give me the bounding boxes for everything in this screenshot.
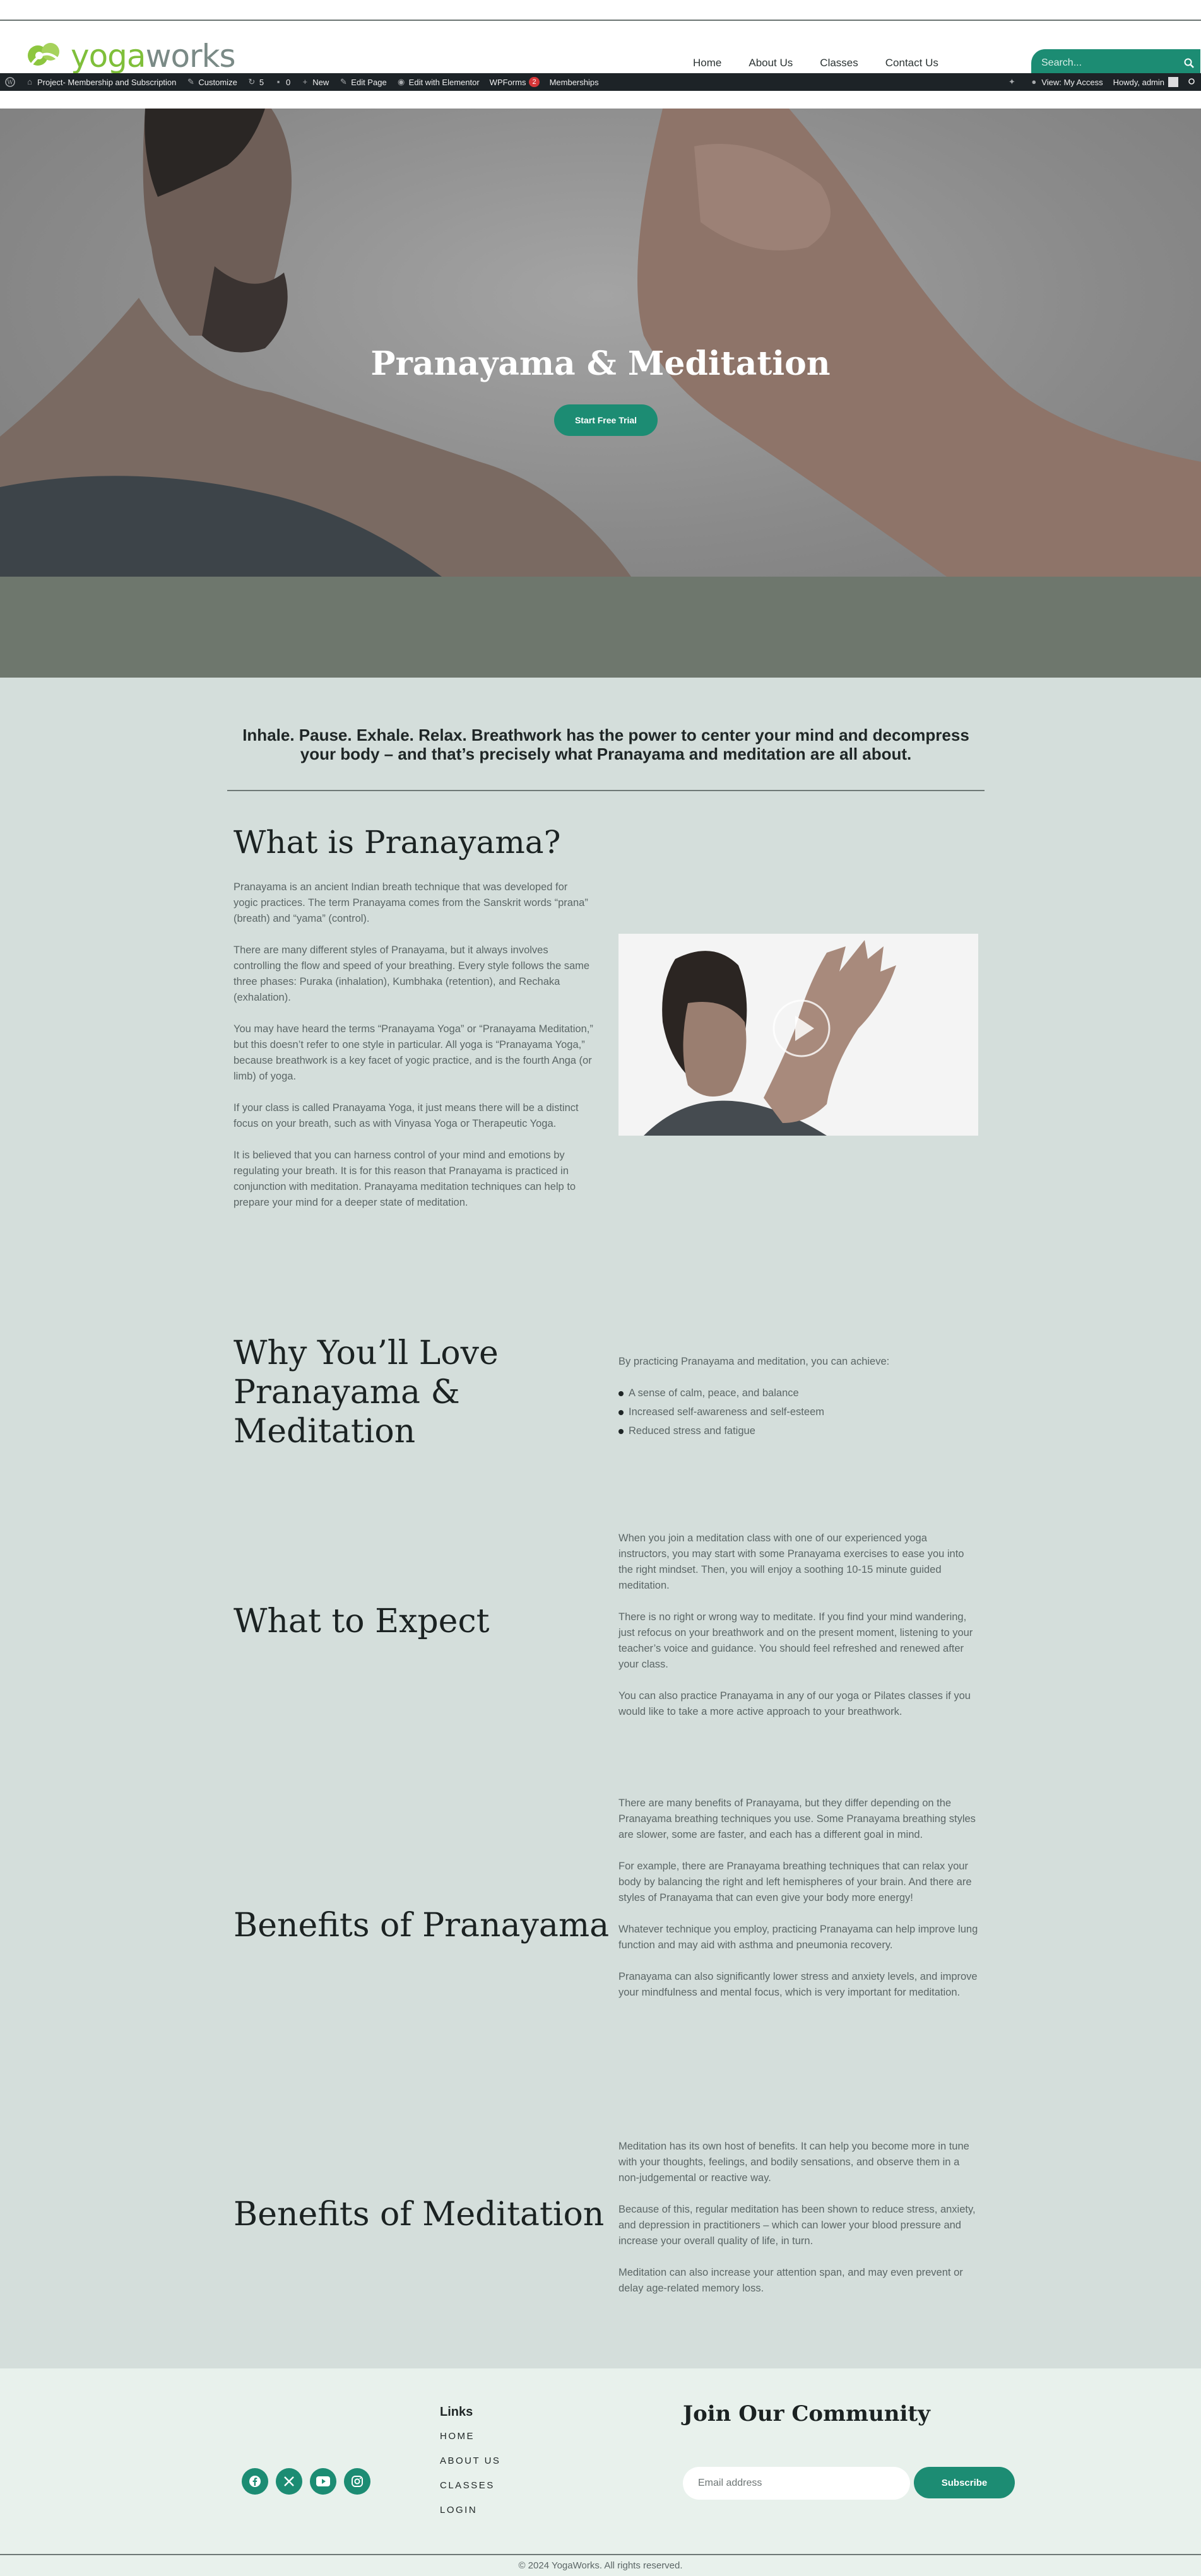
expect-heading: What to Expect: [234, 1603, 490, 1640]
hero-title: Pranayama & Meditation: [370, 344, 831, 383]
site-header: yogaworks Home About Us Classes Contact …: [0, 0, 1201, 77]
nav-about-us[interactable]: About Us: [748, 57, 793, 69]
ai-sparkle-icon[interactable]: ✦: [1002, 73, 1024, 91]
benefits-meditation-body: Meditation has its own host of benefits.…: [618, 2139, 978, 2312]
what-is-paragraph: If your class is called Pranayama Yoga, …: [234, 1102, 579, 1129]
search-input[interactable]: Search...: [1041, 57, 1178, 69]
home-icon: ⌂: [27, 77, 32, 86]
what-is-paragraph: You may have heard the terms “Pranayama …: [234, 1023, 593, 1082]
hero-section: Pranayama & Meditation Start Free Trial: [0, 109, 1201, 577]
logo-leaf-icon: [25, 40, 67, 72]
benefits-meditation-paragraph: Meditation can also increase your attent…: [618, 2267, 963, 2294]
section-divider: [227, 790, 985, 791]
what-is-body: Pranayama is an ancient Indian breath te…: [234, 879, 593, 1226]
site-logo[interactable]: yogaworks: [25, 38, 236, 74]
expect-paragraph: When you join a meditation class with on…: [618, 1532, 964, 1591]
list-item: Increased self-awareness and self-esteem: [618, 1404, 978, 1420]
wpforms-count-badge: 2: [529, 77, 540, 87]
why-love-lead: By practicing Pranayama and meditation, …: [618, 1356, 890, 1367]
wp-admin-bar: W ⌂ Project- Membership and Subscription…: [0, 73, 1201, 91]
expect-paragraph: There is no right or wrong way to medita…: [618, 1611, 973, 1670]
footer-link-classes[interactable]: CLASSES: [440, 2480, 500, 2505]
play-icon[interactable]: [770, 997, 833, 1060]
admin-updates[interactable]: ↻ 5: [242, 73, 269, 91]
benefits-meditation-paragraph: Meditation has its own host of benefits.…: [618, 2141, 969, 2184]
logo-wordmark: yogaworks: [71, 38, 236, 74]
copyright-text: © 2024 YogaWorks. All rights reserved.: [0, 2555, 1201, 2576]
admin-site-name[interactable]: ⌂ Project- Membership and Subscription: [20, 73, 181, 91]
nav-home[interactable]: Home: [693, 57, 721, 69]
admin-edit-elementor[interactable]: ◉ Edit with Elementor: [392, 73, 485, 91]
social-links: [242, 2468, 370, 2495]
x-icon[interactable]: [276, 2468, 302, 2495]
admin-comments[interactable]: ▪ 0: [269, 73, 295, 91]
subscribe-button[interactable]: Subscribe: [914, 2467, 1015, 2498]
admin-view-access[interactable]: ● View: My Access: [1024, 73, 1108, 91]
benefits-pranayama-paragraph: Whatever technique you employ, practicin…: [618, 1924, 978, 1951]
avatar: [1168, 77, 1178, 87]
admin-howdy[interactable]: Howdy, admin: [1108, 73, 1183, 91]
hero-background-image: [0, 109, 1201, 577]
start-free-trial-button[interactable]: Start Free Trial: [554, 404, 658, 436]
video-player[interactable]: [618, 934, 978, 1136]
footer-link-login[interactable]: LOGIN: [440, 2505, 500, 2529]
benefits-pranayama-heading: Benefits of Pranayama: [234, 1907, 610, 1944]
benefits-meditation-heading: Benefits of Meditation: [234, 2196, 605, 2233]
expect-paragraph: You can also practice Pranayama in any o…: [618, 1690, 971, 1717]
admin-wpforms[interactable]: WPForms 2: [485, 73, 545, 91]
intro-text: Inhale. Pause. Exhale. Relax. Breathwork…: [242, 726, 969, 763]
admin-customize[interactable]: ✎ Customize: [181, 73, 242, 91]
brush-icon: ✎: [187, 77, 194, 86]
nav-classes[interactable]: Classes: [820, 57, 858, 69]
footer-link-home[interactable]: HOME: [440, 2431, 500, 2455]
email-field[interactable]: [683, 2467, 910, 2500]
admin-search-icon[interactable]: [1183, 73, 1201, 91]
admin-memberships[interactable]: Memberships: [545, 73, 604, 91]
plus-icon: +: [302, 77, 308, 86]
benefits-pranayama-body: There are many benefits of Pranayama, bu…: [618, 1796, 978, 2016]
benefits-meditation-paragraph: Because of this, regular meditation has …: [618, 2204, 976, 2247]
user-icon: ●: [1031, 77, 1037, 86]
hero-bottom-band: [0, 577, 1201, 678]
elementor-icon: ◉: [398, 77, 405, 86]
pencil-icon: ✎: [340, 77, 347, 86]
footer-links: HOME ABOUT US CLASSES LOGIN: [440, 2431, 500, 2529]
what-is-paragraph: There are many different styles of Prana…: [234, 944, 590, 1003]
footer-link-about-us[interactable]: ABOUT US: [440, 2455, 500, 2480]
facebook-icon[interactable]: [242, 2468, 268, 2495]
admin-bar-right: ✦ ● View: My Access Howdy, admin: [1002, 73, 1201, 91]
nav-contact-us[interactable]: Contact Us: [885, 57, 938, 69]
youtube-icon[interactable]: [310, 2468, 336, 2495]
footer-links-title: Links: [440, 2405, 473, 2419]
main-nav: Home About Us Classes Contact Us: [693, 57, 966, 69]
what-is-paragraph: It is believed that you can harness cont…: [234, 1150, 576, 1208]
why-love-heading: Why You’ll Love Pranayama & Meditation: [234, 1334, 499, 1450]
instagram-icon[interactable]: [344, 2468, 370, 2495]
list-item: Reduced stress and fatigue: [618, 1423, 978, 1439]
comment-icon: ▪: [276, 77, 280, 86]
what-is-paragraph: Pranayama is an ancient Indian breath te…: [234, 881, 588, 924]
admin-edit-page[interactable]: ✎ Edit Page: [334, 73, 391, 91]
search-icon[interactable]: [1178, 52, 1200, 74]
expect-body: When you join a meditation class with on…: [618, 1531, 978, 1736]
benefits-pranayama-paragraph: Pranayama can also significantly lower s…: [618, 1971, 978, 1998]
benefits-pranayama-paragraph: For example, there are Pranayama breathi…: [618, 1861, 972, 1903]
why-love-body: By practicing Pranayama and meditation, …: [618, 1354, 978, 1442]
join-community-title: Join Our Community: [683, 2401, 930, 2426]
refresh-icon: ↻: [248, 77, 256, 86]
header-divider: [0, 20, 1201, 21]
site-footer: [0, 2368, 1201, 2554]
svg-text:W: W: [7, 80, 13, 86]
benefits-pranayama-paragraph: There are many benefits of Pranayama, bu…: [618, 1797, 976, 1840]
main-content: [0, 678, 1201, 2368]
what-is-heading: What is Pranayama?: [234, 824, 561, 861]
list-item: A sense of calm, peace, and balance: [618, 1385, 978, 1401]
wordpress-logo-icon[interactable]: W: [0, 73, 20, 91]
benefits-list: A sense of calm, peace, and balance Incr…: [618, 1385, 978, 1439]
admin-new[interactable]: + New: [295, 73, 334, 91]
